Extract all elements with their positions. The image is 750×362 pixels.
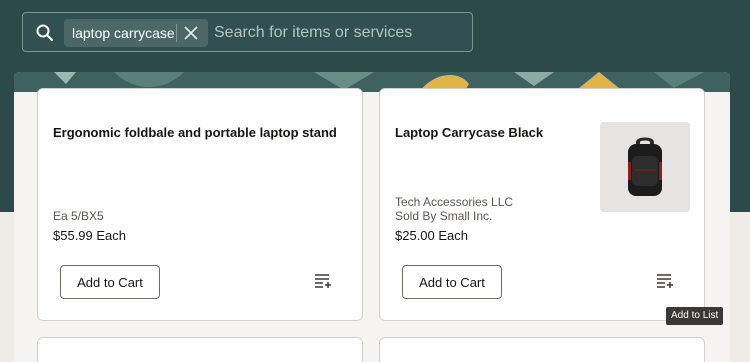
close-icon[interactable] <box>182 24 200 42</box>
search-chip-label: laptop carrycase <box>72 25 175 41</box>
search-input[interactable]: Search for items or services <box>214 24 412 42</box>
supplier-name: Tech Accessories LLC <box>395 195 514 209</box>
sold-by-prefix: Sold By <box>395 209 437 223</box>
product-price: $55.99 Each <box>53 228 127 243</box>
tooltip: Add to List <box>666 307 724 325</box>
search-bar[interactable]: laptop carrycase Search for items or ser… <box>22 12 473 52</box>
search-filter-chip: laptop carrycase <box>64 19 208 47</box>
add-to-cart-button[interactable]: Add to Cart <box>60 265 160 299</box>
backpack-image[interactable] <box>600 122 690 212</box>
product-title[interactable]: Laptop Carrycase Black <box>395 124 585 142</box>
product-card: Laptop Carrycase Black Tech Accessories … <box>379 88 705 321</box>
product-card <box>379 337 705 362</box>
results-panel: Ergonomic foldbale and portable laptop s… <box>14 72 730 362</box>
add-to-cart-button[interactable]: Add to Cart <box>402 265 502 299</box>
add-to-list-icon[interactable] <box>314 272 332 290</box>
product-card <box>37 337 363 362</box>
product-title[interactable]: Ergonomic foldbale and portable laptop s… <box>53 124 343 142</box>
add-to-list-icon[interactable] <box>656 272 674 290</box>
search-icon[interactable] <box>35 23 55 43</box>
unit-of-measure: Ea 5/BX5 <box>53 209 104 223</box>
product-price: $25.00 Each <box>395 228 469 243</box>
sold-by: Sold By Small Inc. <box>395 209 492 223</box>
chip-divider <box>176 24 177 42</box>
product-card: Ergonomic foldbale and portable laptop s… <box>37 88 363 321</box>
sold-by-name[interactable]: Small Inc. <box>440 209 493 223</box>
